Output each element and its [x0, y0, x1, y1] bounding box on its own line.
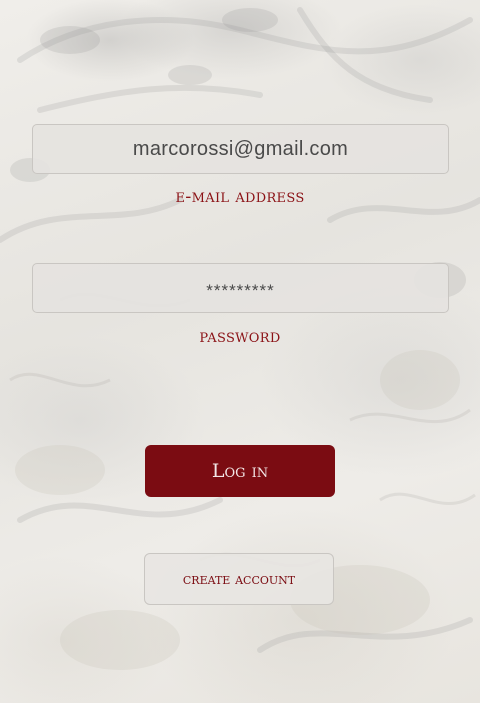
email-field[interactable]: marcorossi@gmail.com [32, 124, 449, 174]
email-label: e-mail address [175, 186, 305, 207]
email-value: marcorossi@gmail.com [132, 137, 349, 160]
password-label: password [199, 326, 281, 347]
login-button-label: Log in [211, 460, 269, 482]
password-field[interactable]: ********* [32, 263, 449, 313]
create-account-button[interactable]: create account [144, 553, 334, 605]
password-value: ********* [206, 281, 275, 300]
login-button[interactable]: Log in [145, 445, 335, 497]
create-account-button-label: create account [182, 570, 296, 588]
